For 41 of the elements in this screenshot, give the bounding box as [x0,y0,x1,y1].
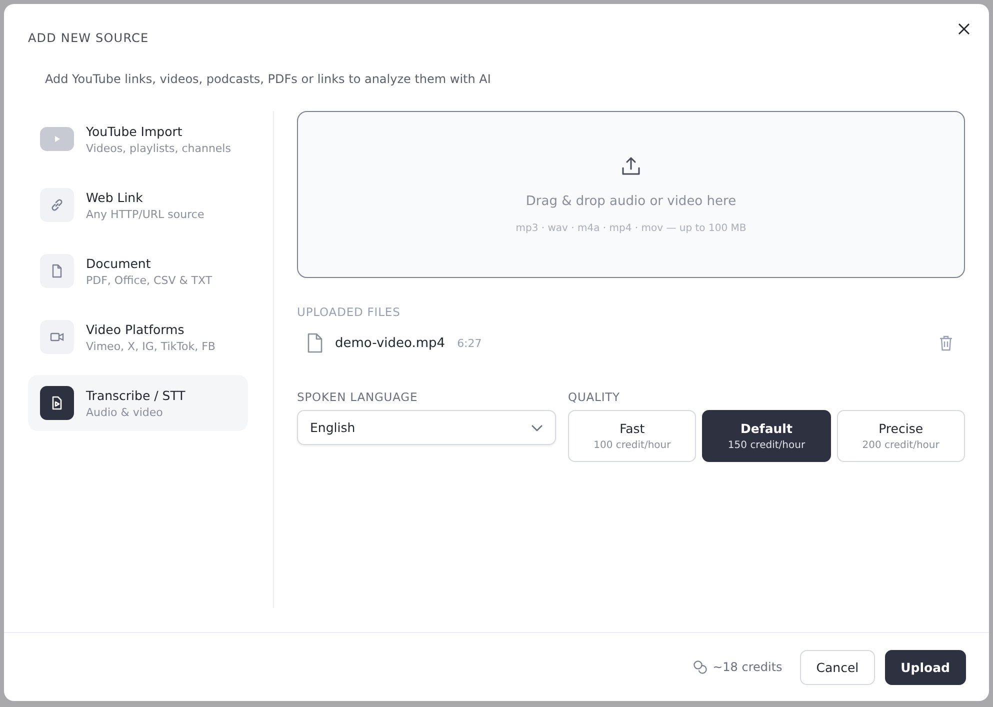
upload-button[interactable]: Upload [884,650,966,684]
quality-option[interactable]: Default 150 credit/hour [702,410,831,462]
youtube-icon [40,127,74,151]
link-icon [40,188,74,222]
format-hint: mp3 · wav · m4a · mp4 · mov — up to 100 MB [516,222,746,234]
source-option[interactable]: YouTube Import Videos, playlists, channels [28,111,248,167]
source-option[interactable]: Web Link Any HTTP/URL source [28,177,248,233]
field-label: SPOKEN LANGUAGE [297,390,419,404]
source-option[interactable]: Video Platforms Vimeo, X, IG, TikTok, FB [28,309,248,365]
section-label: UPLOADED FILES [297,305,402,319]
dialog-subtitle: Add YouTube links, videos, podcasts, PDFs or links to analyze them with AI [45,72,492,86]
dialog-title: ADD NEW SOURCE [28,31,150,45]
chevron-down-icon [531,424,543,432]
cancel-button[interactable]: Cancel [800,650,875,684]
field-label: QUALITY [568,390,621,404]
upload-icon [621,156,641,176]
file-name: demo-video.mp4 [335,336,446,350]
source-option[interactable]: Document PDF, Office, CSV & TXT [28,243,248,299]
video-icon [40,320,74,354]
source-option[interactable]: Transcribe / STT Audio & video [28,375,248,431]
source-description: PDF, Office, CSV & TXT [86,274,212,286]
source-title: Document [86,256,152,270]
drop-prompt: Drag & drop audio or video here [526,194,736,208]
source-title: Video Platforms [86,322,186,336]
transcribe-icon [40,386,74,420]
source-description: Vimeo, X, IG, TikTok, FB [86,340,216,352]
document-icon [40,254,74,288]
credits-estimate: ~18 credits [712,660,782,674]
source-title: YouTube Import [86,124,184,138]
file-icon [307,333,323,353]
file-duration: 6:27 [457,336,482,350]
source-title: Web Link [86,190,144,204]
trash-icon[interactable] [939,335,953,351]
coins-icon [692,660,707,674]
quality-option[interactable]: Precise 200 credit/hour [836,410,965,462]
source-title: Transcribe / STT [86,388,186,402]
source-description: Videos, playlists, channels [86,142,231,154]
source-description: Audio & video [86,406,164,418]
source-description: Any HTTP/URL source [86,208,204,220]
language-dropdown[interactable]: English [297,410,556,445]
quality-option[interactable]: Fast 100 credit/hour [568,410,696,462]
